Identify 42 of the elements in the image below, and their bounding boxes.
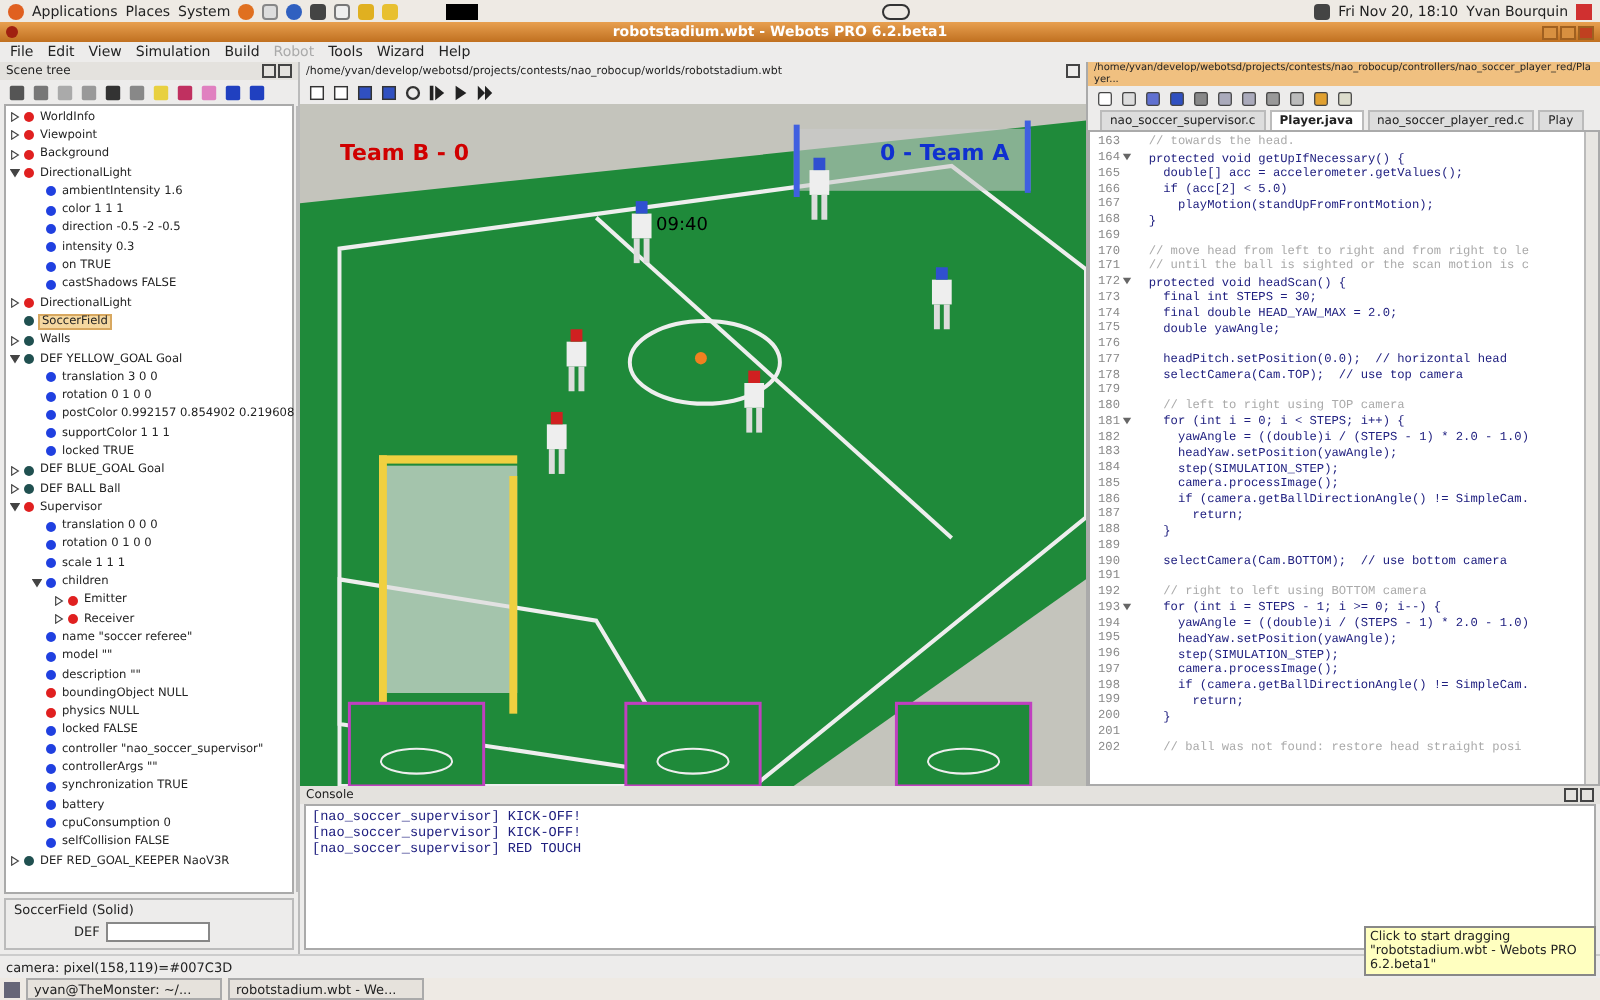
scrollbar[interactable] xyxy=(296,106,299,892)
float-icon[interactable] xyxy=(262,64,276,78)
expand-arrow-icon[interactable] xyxy=(10,484,20,495)
fold-arrow-icon[interactable] xyxy=(1122,415,1132,426)
show-desktop-icon[interactable] xyxy=(4,981,20,997)
expand-arrow-icon[interactable] xyxy=(10,465,20,476)
float-icon[interactable] xyxy=(1066,64,1080,78)
def-input-field[interactable] xyxy=(105,922,210,942)
close-icon[interactable] xyxy=(278,64,292,78)
robot-drawing xyxy=(931,267,952,330)
robot-drawing xyxy=(809,157,830,220)
robot-drawing xyxy=(744,370,765,433)
expand-arrow-icon[interactable] xyxy=(54,614,64,625)
rings-icon[interactable] xyxy=(882,3,911,19)
robot-drawing xyxy=(566,329,587,392)
robot-drawing xyxy=(546,411,567,474)
fold-arrow-icon[interactable] xyxy=(1122,276,1132,287)
expand-arrow-icon[interactable] xyxy=(10,354,20,364)
team-score: Team B - 0 xyxy=(340,140,469,166)
step-icon[interactable] xyxy=(428,83,446,101)
scrollbar[interactable] xyxy=(1584,132,1598,784)
expand-arrow-icon[interactable] xyxy=(54,595,64,606)
fold-arrow-icon[interactable] xyxy=(1122,601,1132,612)
expand-arrow-icon[interactable] xyxy=(10,149,20,160)
team-score: 0 - Team A xyxy=(880,140,1010,166)
close-icon[interactable] xyxy=(1580,788,1594,802)
expand-arrow-icon[interactable] xyxy=(10,168,20,179)
expand-arrow-icon[interactable] xyxy=(32,577,42,588)
camera-view-drawing xyxy=(894,701,1033,786)
expand-arrow-icon[interactable] xyxy=(10,130,20,141)
camera-view-drawing xyxy=(347,701,486,786)
robot-drawing xyxy=(631,201,652,264)
fold-arrow-icon[interactable] xyxy=(1122,152,1132,163)
match-timer: 09:40 xyxy=(656,216,708,236)
expand-arrow-icon[interactable] xyxy=(10,112,20,123)
expand-arrow-icon[interactable] xyxy=(10,335,20,346)
expand-arrow-icon[interactable] xyxy=(10,298,20,309)
expand-arrow-icon[interactable] xyxy=(10,502,20,513)
expand-arrow-icon[interactable] xyxy=(10,856,20,867)
camera-view-drawing xyxy=(624,701,762,786)
float-icon[interactable] xyxy=(1564,788,1578,802)
ball-drawing xyxy=(694,352,707,365)
